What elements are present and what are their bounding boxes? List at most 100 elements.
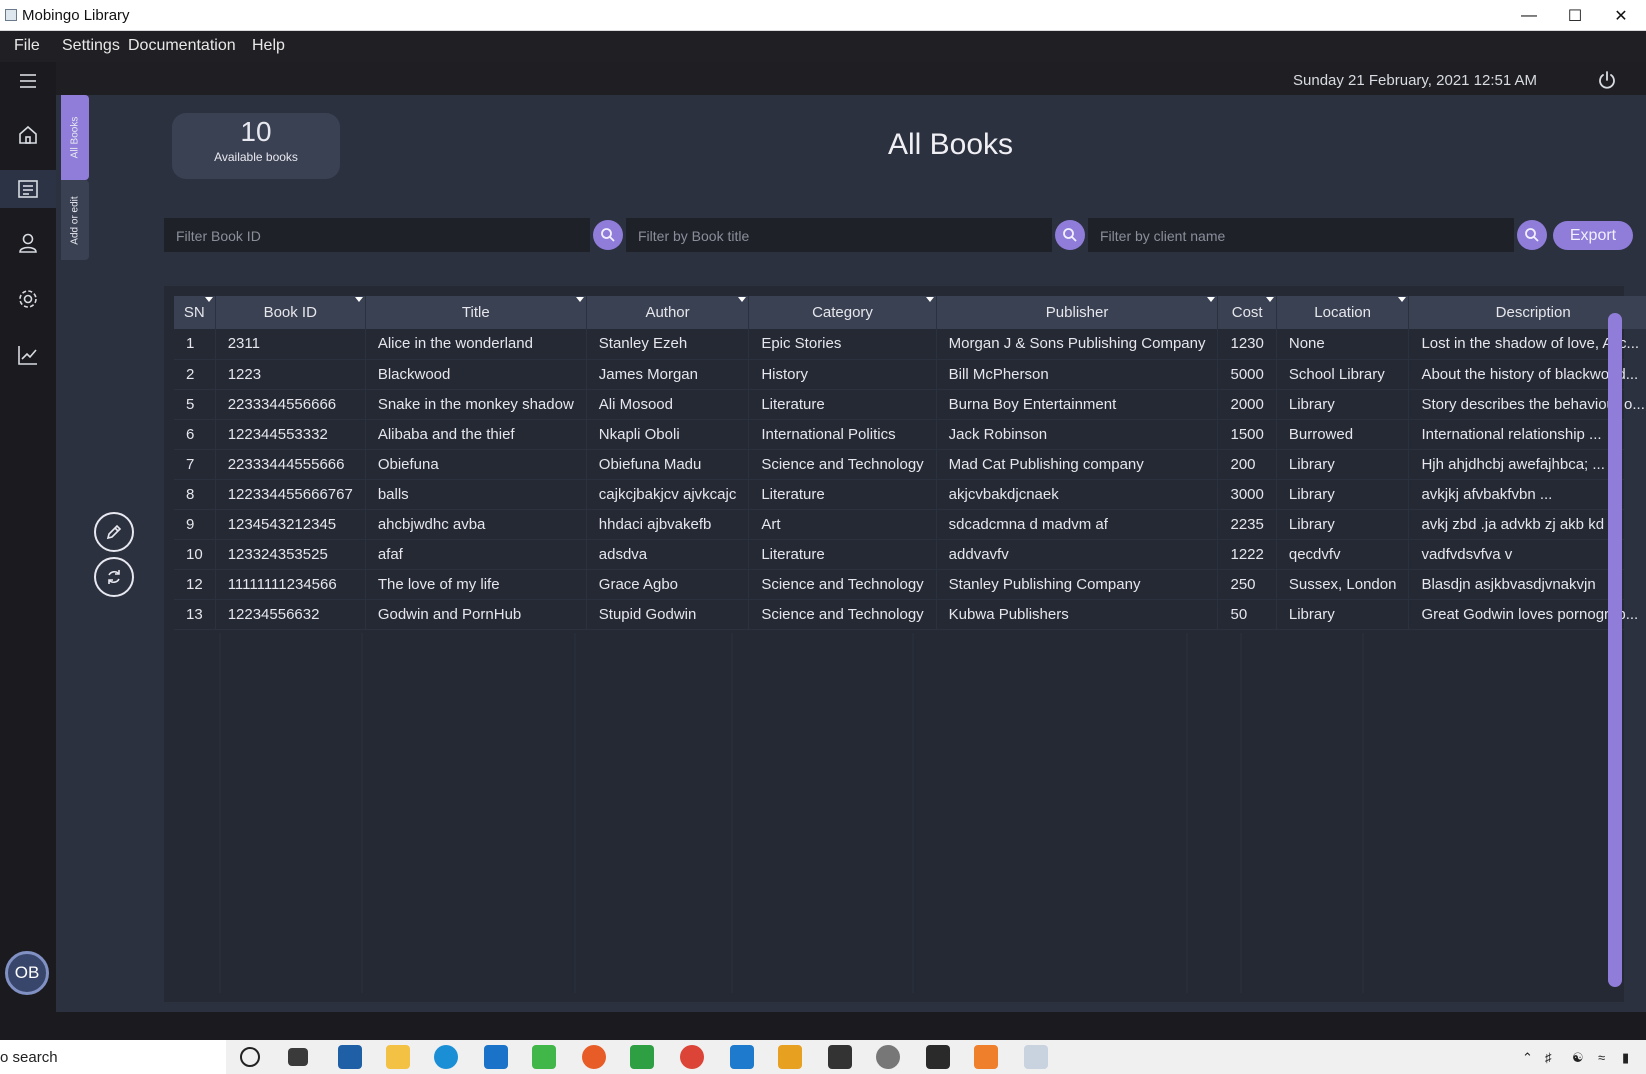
table-row[interactable]: 7 22333444555666 Obiefuna Obiefuna Madu … — [174, 449, 1646, 480]
cell-book-id[interactable]: 1223 — [215, 359, 366, 390]
chrome-icon[interactable] — [680, 1045, 704, 1069]
table-row[interactable]: 5 2233344556666 Snake in the monkey shad… — [174, 389, 1646, 420]
cell-publisher[interactable]: Bill McPherson — [936, 359, 1219, 390]
cell-cost[interactable]: 3000 — [1217, 479, 1277, 510]
tray-network-icon[interactable]: ☯ — [1572, 1050, 1584, 1066]
column-header-publisher[interactable]: Publisher — [936, 296, 1219, 329]
cell-sn[interactable]: 13 — [174, 599, 216, 630]
cell-author[interactable]: hhdaci ajbvakefb — [586, 509, 750, 540]
app-ds-icon[interactable] — [338, 1045, 362, 1069]
cell-sn[interactable]: 10 — [174, 539, 216, 570]
cell-book-id[interactable]: 122344553332 — [215, 419, 366, 450]
cell-sn[interactable]: 5 — [174, 389, 216, 420]
app-d-icon[interactable] — [630, 1045, 654, 1069]
cell-book-id[interactable]: 1234543212345 — [215, 509, 366, 540]
file-explorer-icon[interactable] — [386, 1045, 410, 1069]
search-icon[interactable] — [593, 220, 623, 250]
filter-book-id-input[interactable]: Filter Book ID — [164, 218, 590, 252]
cell-location[interactable]: Library — [1276, 449, 1410, 480]
cell-category[interactable]: Science and Technology — [748, 599, 937, 630]
cell-title[interactable]: Obiefuna — [365, 449, 587, 480]
cell-author[interactable]: Obiefuna Madu — [586, 449, 750, 480]
cell-location[interactable]: Library — [1276, 479, 1410, 510]
user-icon[interactable] — [0, 224, 56, 262]
menu-file[interactable]: File — [14, 37, 40, 55]
cell-title[interactable]: balls — [365, 479, 587, 510]
cell-category[interactable]: Science and Technology — [748, 569, 937, 600]
firefox-icon[interactable] — [582, 1045, 606, 1069]
cell-title[interactable]: ahcbjwdhc avba — [365, 509, 587, 540]
cell-publisher[interactable]: addvavfv — [936, 539, 1219, 570]
table-row[interactable]: 12 11111111234566 The love of my life Gr… — [174, 569, 1646, 600]
cell-author[interactable]: cajkcjbakjcv ajvkcajc — [586, 479, 750, 510]
cell-category[interactable]: Literature — [748, 479, 937, 510]
cell-category[interactable]: Art — [748, 509, 937, 540]
cell-location[interactable]: Burrowed — [1276, 419, 1410, 450]
cell-title[interactable]: Godwin and PornHub — [365, 599, 587, 630]
cell-author[interactable]: James Morgan — [586, 359, 750, 390]
cell-book-id[interactable]: 123324353525 — [215, 539, 366, 570]
cell-cost[interactable]: 200 — [1217, 449, 1277, 480]
menu-documentation[interactable]: Documentation — [128, 37, 236, 55]
cell-category[interactable]: History — [748, 359, 937, 390]
cell-sn[interactable]: 7 — [174, 449, 216, 480]
column-header-book-id[interactable]: Book ID — [215, 296, 366, 329]
avatar[interactable]: OB — [5, 951, 49, 995]
app-qt-icon[interactable] — [532, 1045, 556, 1069]
app-orange-icon[interactable] — [778, 1045, 802, 1069]
gear-icon[interactable] — [0, 280, 56, 318]
cortana-icon[interactable] — [240, 1047, 260, 1067]
column-header-category[interactable]: Category — [748, 296, 937, 329]
cell-title[interactable]: Snake in the monkey shadow — [365, 389, 587, 420]
column-header-sn[interactable]: SN — [174, 296, 216, 329]
cell-book-id[interactable]: 22333444555666 — [215, 449, 366, 480]
cell-location[interactable]: Library — [1276, 389, 1410, 420]
cell-location[interactable]: Sussex, London — [1276, 569, 1410, 600]
chart-icon[interactable] — [0, 336, 56, 374]
menu-settings[interactable]: Settings — [62, 37, 120, 55]
task-view-icon[interactable] — [288, 1048, 308, 1066]
cell-author[interactable]: Ali Mosood — [586, 389, 750, 420]
cell-category[interactable]: Literature — [748, 389, 937, 420]
cell-publisher[interactable]: Stanley Publishing Company — [936, 569, 1219, 600]
cell-sn[interactable]: 12 — [174, 569, 216, 600]
store-icon[interactable] — [828, 1045, 852, 1069]
search-icon[interactable] — [1517, 220, 1547, 250]
column-header-title[interactable]: Title — [365, 296, 587, 329]
cell-publisher[interactable]: akjcvbakdjcnaek — [936, 479, 1219, 510]
cell-title[interactable]: The love of my life — [365, 569, 587, 600]
pycharm-icon[interactable] — [926, 1045, 950, 1069]
column-header-cost[interactable]: Cost — [1217, 296, 1277, 329]
cell-cost[interactable]: 2235 — [1217, 509, 1277, 540]
filter-title-input[interactable]: Filter by Book title — [626, 218, 1052, 252]
table-scrollbar[interactable] — [1608, 313, 1622, 987]
tray-battery-icon[interactable]: ▮ — [1622, 1050, 1629, 1066]
table-row[interactable]: 13 12234556632 Godwin and PornHub Stupid… — [174, 599, 1646, 630]
cell-publisher[interactable]: Jack Robinson — [936, 419, 1219, 450]
cell-location[interactable]: None — [1276, 329, 1410, 360]
mobingo-taskbar-icon[interactable] — [1024, 1045, 1048, 1069]
edit-icon[interactable] — [94, 512, 134, 552]
cell-cost[interactable]: 1230 — [1217, 329, 1277, 360]
cell-cost[interactable]: 1222 — [1217, 539, 1277, 570]
export-button[interactable]: Export — [1553, 221, 1633, 250]
mail-icon[interactable] — [484, 1045, 508, 1069]
tray-volume-icon[interactable]: ♯ — [1545, 1050, 1552, 1065]
cell-location[interactable]: Library — [1276, 599, 1410, 630]
cell-location[interactable]: Library — [1276, 509, 1410, 540]
cell-sn[interactable]: 9 — [174, 509, 216, 540]
menu-icon[interactable] — [0, 62, 56, 100]
cell-category[interactable]: Epic Stories — [748, 329, 937, 360]
cell-publisher[interactable]: Morgan J & Sons Publishing Company — [936, 329, 1219, 360]
cell-book-id[interactable]: 2311 — [215, 329, 366, 360]
tab-all-books[interactable]: All Books — [61, 95, 89, 180]
cell-category[interactable]: International Politics — [748, 419, 937, 450]
tab-add-edit[interactable]: Add or edit — [61, 180, 89, 260]
power-icon[interactable] — [1597, 70, 1617, 95]
filter-client-input[interactable]: Filter by client name — [1088, 218, 1514, 252]
tray-wifi-icon[interactable]: ≈ — [1598, 1050, 1605, 1065]
search-icon[interactable] — [1055, 220, 1085, 250]
minimize-button[interactable]: — — [1506, 0, 1552, 31]
cell-book-id[interactable]: 122334455666767 — [215, 479, 366, 510]
table-row[interactable]: 9 1234543212345 ahcbjwdhc avba hhdaci aj… — [174, 509, 1646, 540]
